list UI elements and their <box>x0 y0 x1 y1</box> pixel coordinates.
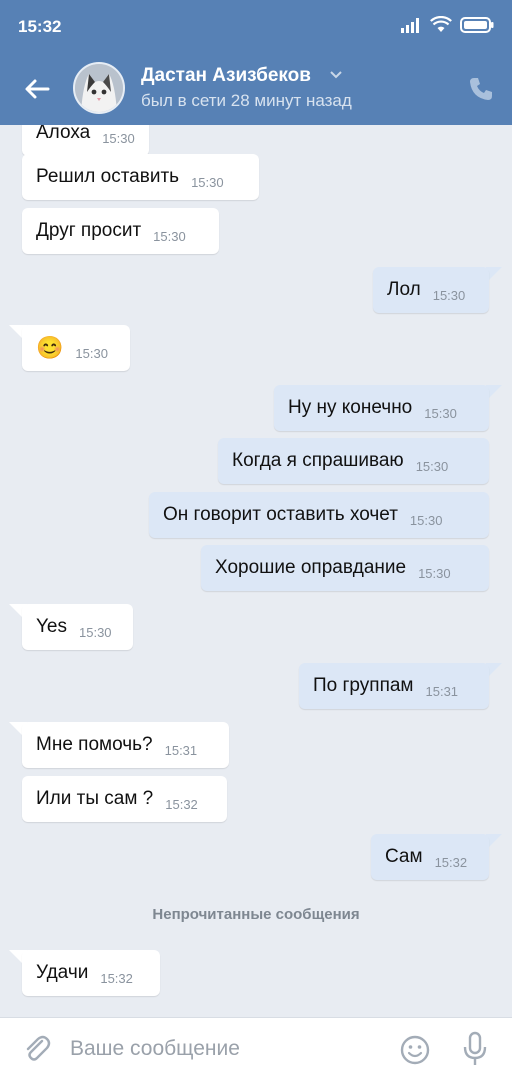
message-incoming[interactable]: Алоха 15:30 <box>22 125 149 156</box>
message-time: 15:31 <box>164 742 198 758</box>
message-incoming[interactable]: Друг просит 15:30 <box>22 208 219 254</box>
message-list[interactable]: Алоха 15:30 Решил оставить 15:30 Друг пр… <box>0 125 512 1017</box>
message-outgoing[interactable]: Сам 15:32 <box>371 834 489 880</box>
message-text: Когда я спрашиваю <box>232 450 404 471</box>
message-composer <box>0 1017 512 1080</box>
call-button[interactable] <box>466 74 496 104</box>
message-time: 15:30 <box>432 287 466 303</box>
contact-avatar[interactable] <box>73 62 125 114</box>
microphone-icon <box>463 1031 487 1065</box>
message-time: 15:30 <box>191 174 224 190</box>
message-incoming[interactable]: Мне помочь? 15:31 <box>22 722 229 768</box>
message-text: Решил оставить <box>36 166 180 187</box>
message-time: 15:30 <box>424 405 457 421</box>
unread-messages-divider: Непрочитанные сообщения <box>152 906 360 923</box>
signal-icon <box>401 18 419 33</box>
voice-message-button[interactable] <box>460 1031 490 1067</box>
message-outgoing[interactable]: Ну ну конечно 15:30 <box>274 385 489 431</box>
message-outgoing[interactable]: Хорошие оправдание 15:30 <box>201 545 489 591</box>
message-time: 15:30 <box>418 565 451 581</box>
message-time: 15:30 <box>102 130 135 146</box>
chevron-down-icon[interactable] <box>329 70 343 80</box>
message-time: 15:32 <box>165 796 198 812</box>
status-icons <box>400 16 494 34</box>
message-text: Хорошие оправдание <box>215 557 407 578</box>
attach-button[interactable] <box>22 1033 52 1065</box>
message-time: 15:30 <box>79 624 112 640</box>
message-text: 😊 <box>36 335 64 360</box>
message-incoming[interactable]: 😊 15:30 <box>22 325 130 371</box>
contact-status: был в сети 28 минут назад <box>141 91 352 110</box>
contact-name[interactable]: Дастан Азизбеков <box>141 65 311 87</box>
message-text: Друг просит <box>36 220 142 241</box>
message-incoming[interactable]: Или ты сам ? 15:32 <box>22 776 227 822</box>
message-time: 15:30 <box>153 228 186 244</box>
message-outgoing[interactable]: Лол 15:30 <box>373 267 489 313</box>
message-text: По группам <box>313 675 414 696</box>
message-time: 15:32 <box>434 854 468 870</box>
message-text: Мне помочь? <box>36 734 153 755</box>
message-text: Сам <box>385 846 423 867</box>
message-text: Лол <box>387 279 421 300</box>
smiley-icon <box>400 1035 430 1065</box>
phone-icon <box>470 78 492 100</box>
message-text: Ну ну конечно <box>288 397 413 418</box>
message-text: Удачи <box>36 962 89 983</box>
message-text: Алоха <box>36 125 91 143</box>
message-incoming[interactable]: Yes 15:30 <box>22 604 133 650</box>
message-incoming[interactable]: Удачи 15:32 <box>22 950 160 996</box>
message-time: 15:31 <box>425 683 459 699</box>
message-time: 15:32 <box>100 970 133 986</box>
cat-avatar-icon <box>75 64 123 112</box>
message-input[interactable] <box>70 1030 380 1068</box>
message-time: 15:30 <box>75 345 108 361</box>
back-button[interactable] <box>20 72 54 106</box>
emoji-button[interactable] <box>399 1034 431 1066</box>
message-time: 15:30 <box>415 458 449 474</box>
message-text: Или ты сам ? <box>36 788 154 809</box>
status-bar: 15:32 <box>0 0 512 54</box>
wifi-icon <box>430 16 452 32</box>
message-outgoing[interactable]: Когда я спрашиваю 15:30 <box>218 438 489 484</box>
message-outgoing[interactable]: По группам 15:31 <box>299 663 489 709</box>
message-text: Он говорит оставить хочет <box>163 504 398 525</box>
message-text: Yes <box>36 616 67 637</box>
battery-icon <box>460 17 494 33</box>
message-outgoing[interactable]: Он говорит оставить хочет 15:30 <box>149 492 489 538</box>
arrow-left-icon <box>25 79 50 99</box>
message-time: 15:30 <box>409 512 443 528</box>
message-incoming[interactable]: Решил оставить 15:30 <box>22 154 259 200</box>
chat-header: Дастан Азизбеков был в сети 28 минут наз… <box>0 54 512 125</box>
paperclip-icon <box>26 1035 51 1061</box>
status-time: 15:32 <box>18 17 62 36</box>
